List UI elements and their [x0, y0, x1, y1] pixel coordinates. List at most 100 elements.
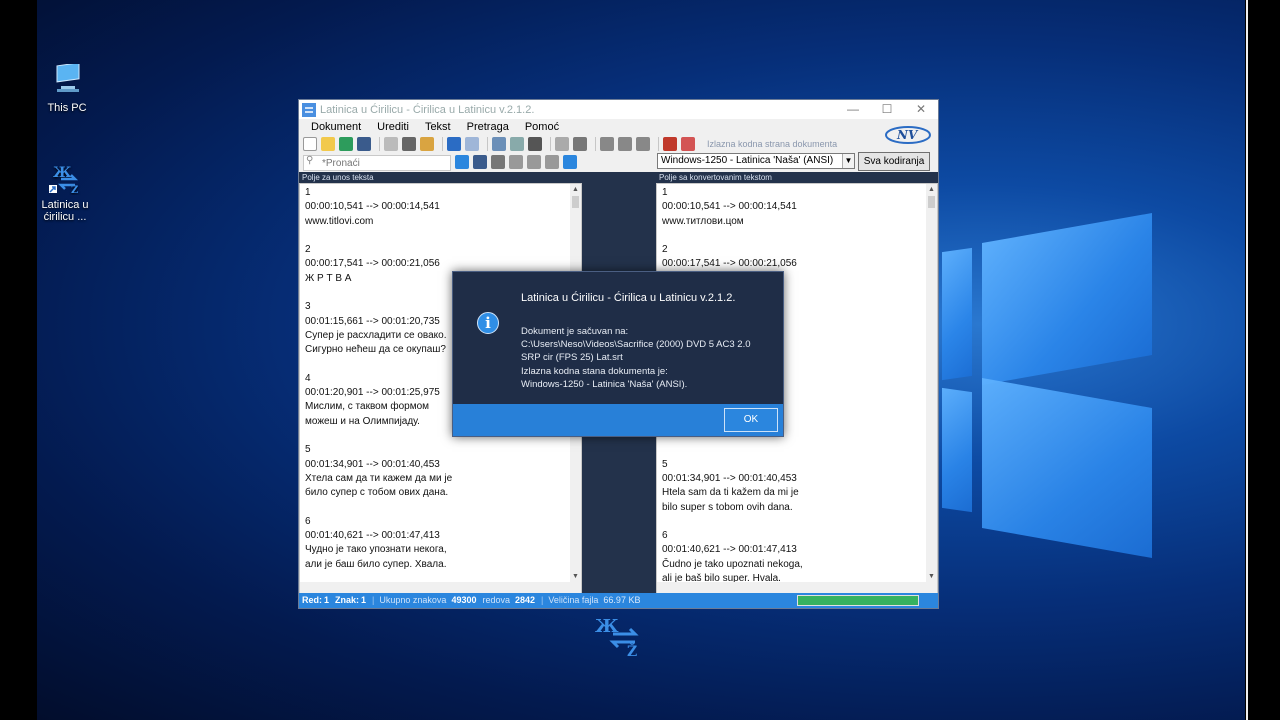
text-line: Хтела сам да ти кажем да ми је	[305, 472, 453, 484]
toolbar-separator	[442, 137, 443, 151]
text-line: 5	[662, 458, 668, 470]
text-line	[662, 229, 937, 243]
text-line: Чудно је тако упознати некога,	[305, 544, 447, 556]
desktop-icon-label: Latinica u ćirilicu ...	[41, 199, 89, 223]
case-lower-icon[interactable]	[545, 155, 559, 169]
progress-bar	[797, 595, 919, 606]
dialog-line: SRP cir (FPS 25) Lat.srt	[521, 352, 623, 364]
new-document-icon[interactable]	[303, 137, 317, 151]
print-icon[interactable]	[528, 137, 542, 151]
text-line: www.титлови.цом	[662, 215, 744, 227]
text-line	[662, 443, 937, 457]
text-line: 1	[662, 187, 668, 198]
text-line: 6	[662, 530, 668, 542]
dialog-title: Latinica u Ćirilicu - Ćirilica u Latinic…	[521, 292, 736, 304]
info-dialog[interactable]: Latinica u Ćirilicu - Ćirilica u Latinic…	[452, 271, 784, 437]
horizontal-scrollbar[interactable]	[300, 582, 570, 593]
scroll-thumb[interactable]	[572, 196, 579, 208]
text-line: било супер с тобом ових дана.	[305, 487, 449, 499]
toolbar: Izlazna kodna strana dokumenta	[299, 135, 938, 153]
cut-icon[interactable]	[402, 137, 416, 151]
menu-tekst[interactable]: Tekst	[417, 121, 459, 133]
vertical-scrollbar[interactable]: ▲ ▼	[926, 184, 937, 593]
text-line: али је баш било супер. Хвала.	[305, 558, 447, 570]
nv-logo-icon: NV	[885, 126, 931, 144]
scroll-down-icon[interactable]: ▼	[926, 571, 937, 582]
text-line: 1	[305, 187, 311, 198]
open-folder-icon[interactable]	[321, 137, 335, 151]
dialog-footer: OK	[453, 404, 783, 436]
text-icon[interactable]	[491, 155, 505, 169]
toolbar-separator	[379, 137, 380, 151]
list-icon[interactable]	[573, 137, 587, 151]
toolbar-separator	[487, 137, 488, 151]
encoding-select[interactable]: Windows-1250 - Latinica 'Naša' (ANSI) ▼	[657, 153, 855, 169]
search-input[interactable]	[303, 155, 451, 172]
horizontal-scrollbar[interactable]	[657, 582, 926, 593]
ok-button[interactable]: OK	[724, 408, 778, 432]
desktop-icon-this-pc[interactable]: This PC	[37, 62, 97, 114]
scroll-down-icon[interactable]: ▼	[570, 571, 581, 582]
close-button[interactable]: ✕	[904, 100, 938, 119]
status-velicina-value: 66.97 KB	[603, 595, 641, 605]
color-icon[interactable]	[681, 137, 695, 151]
text-line: 00:01:34,901 --> 00:01:40,453	[305, 458, 440, 470]
left-panel-header: Polje za unos teksta	[299, 172, 582, 183]
window-title: Latinica u Ćirilicu - Ćirilica u Latinic…	[320, 103, 535, 116]
menu-pretraga[interactable]: Pretraga	[459, 121, 517, 133]
desktop-icon-latinica[interactable]: Ж Z Latinica u ćirilicu ...	[37, 137, 95, 235]
status-ukupno-label: Ukupno znakova	[379, 595, 447, 605]
status-redova-value: 2842	[515, 595, 536, 605]
minimize-button[interactable]: —	[836, 100, 870, 119]
svg-text:Z: Z	[71, 185, 78, 195]
document-icon[interactable]	[555, 137, 569, 151]
menu-dokument[interactable]: Dokument	[303, 121, 369, 133]
text-line: 00:00:10,541 --> 00:00:14,541	[305, 201, 440, 213]
status-separator: |	[541, 595, 544, 605]
text-line: 6	[305, 515, 311, 527]
undo-icon[interactable]	[447, 137, 461, 151]
status-redova-label: redova	[482, 595, 510, 605]
chevron-down-icon[interactable]: ▼	[842, 154, 854, 168]
align-right-icon[interactable]	[636, 137, 650, 151]
save-as-icon[interactable]	[357, 137, 371, 151]
text-line	[662, 515, 937, 529]
align-center-icon[interactable]	[618, 137, 632, 151]
save-icon[interactable]	[339, 137, 353, 151]
maximize-button[interactable]: ☐	[870, 100, 904, 119]
text-line: 00:00:17,541 --> 00:00:21,056	[662, 258, 797, 270]
search-next-icon[interactable]	[455, 155, 469, 169]
redo-icon[interactable]	[465, 137, 479, 151]
scroll-thumb[interactable]	[928, 196, 935, 208]
text-line: www.titlovi.com	[305, 215, 374, 227]
status-velicina-label: Veličina fajla	[548, 595, 599, 605]
copy-icon[interactable]	[384, 137, 398, 151]
case-ab-icon[interactable]	[509, 155, 523, 169]
toolbar-separator	[658, 137, 659, 151]
convert-icon[interactable]	[563, 155, 577, 169]
font-icon[interactable]	[663, 137, 677, 151]
dialog-message: Dokument je sačuvan na: C:\Users\Neso\Vi…	[521, 325, 751, 391]
paste-icon[interactable]	[420, 137, 434, 151]
right-panel-header: Polje sa konvertovanim tekstom	[656, 172, 938, 183]
search-tool-icon[interactable]	[492, 137, 506, 151]
menu-pomoc[interactable]: Pomoć	[517, 121, 567, 133]
windows-logo-pane	[942, 387, 972, 513]
encoding-label: Izlazna kodna strana dokumenta	[707, 139, 838, 149]
status-ukupno-value: 49300	[451, 595, 477, 605]
convert-logo-icon: Ж Ž	[595, 616, 639, 656]
text-line: 00:00:17,541 --> 00:00:21,056	[305, 258, 440, 270]
text-line	[305, 229, 581, 243]
word-icon[interactable]	[473, 155, 487, 169]
all-encodings-button[interactable]: Sva kodiranja	[858, 152, 930, 171]
menu-urediti[interactable]: Urediti	[369, 121, 417, 133]
text-line: 00:01:34,901 --> 00:01:40,453	[662, 472, 797, 484]
scroll-up-icon[interactable]: ▲	[570, 184, 581, 195]
case-mixed-icon[interactable]	[527, 155, 541, 169]
search-icon: ⚲	[306, 154, 314, 166]
search-box[interactable]: ⚲	[303, 153, 451, 172]
align-left-icon[interactable]	[600, 137, 614, 151]
scroll-up-icon[interactable]: ▲	[926, 184, 937, 195]
preview-icon[interactable]	[510, 137, 524, 151]
window-titlebar[interactable]: Latinica u Ćirilicu - Ćirilica u Latinic…	[299, 100, 938, 119]
